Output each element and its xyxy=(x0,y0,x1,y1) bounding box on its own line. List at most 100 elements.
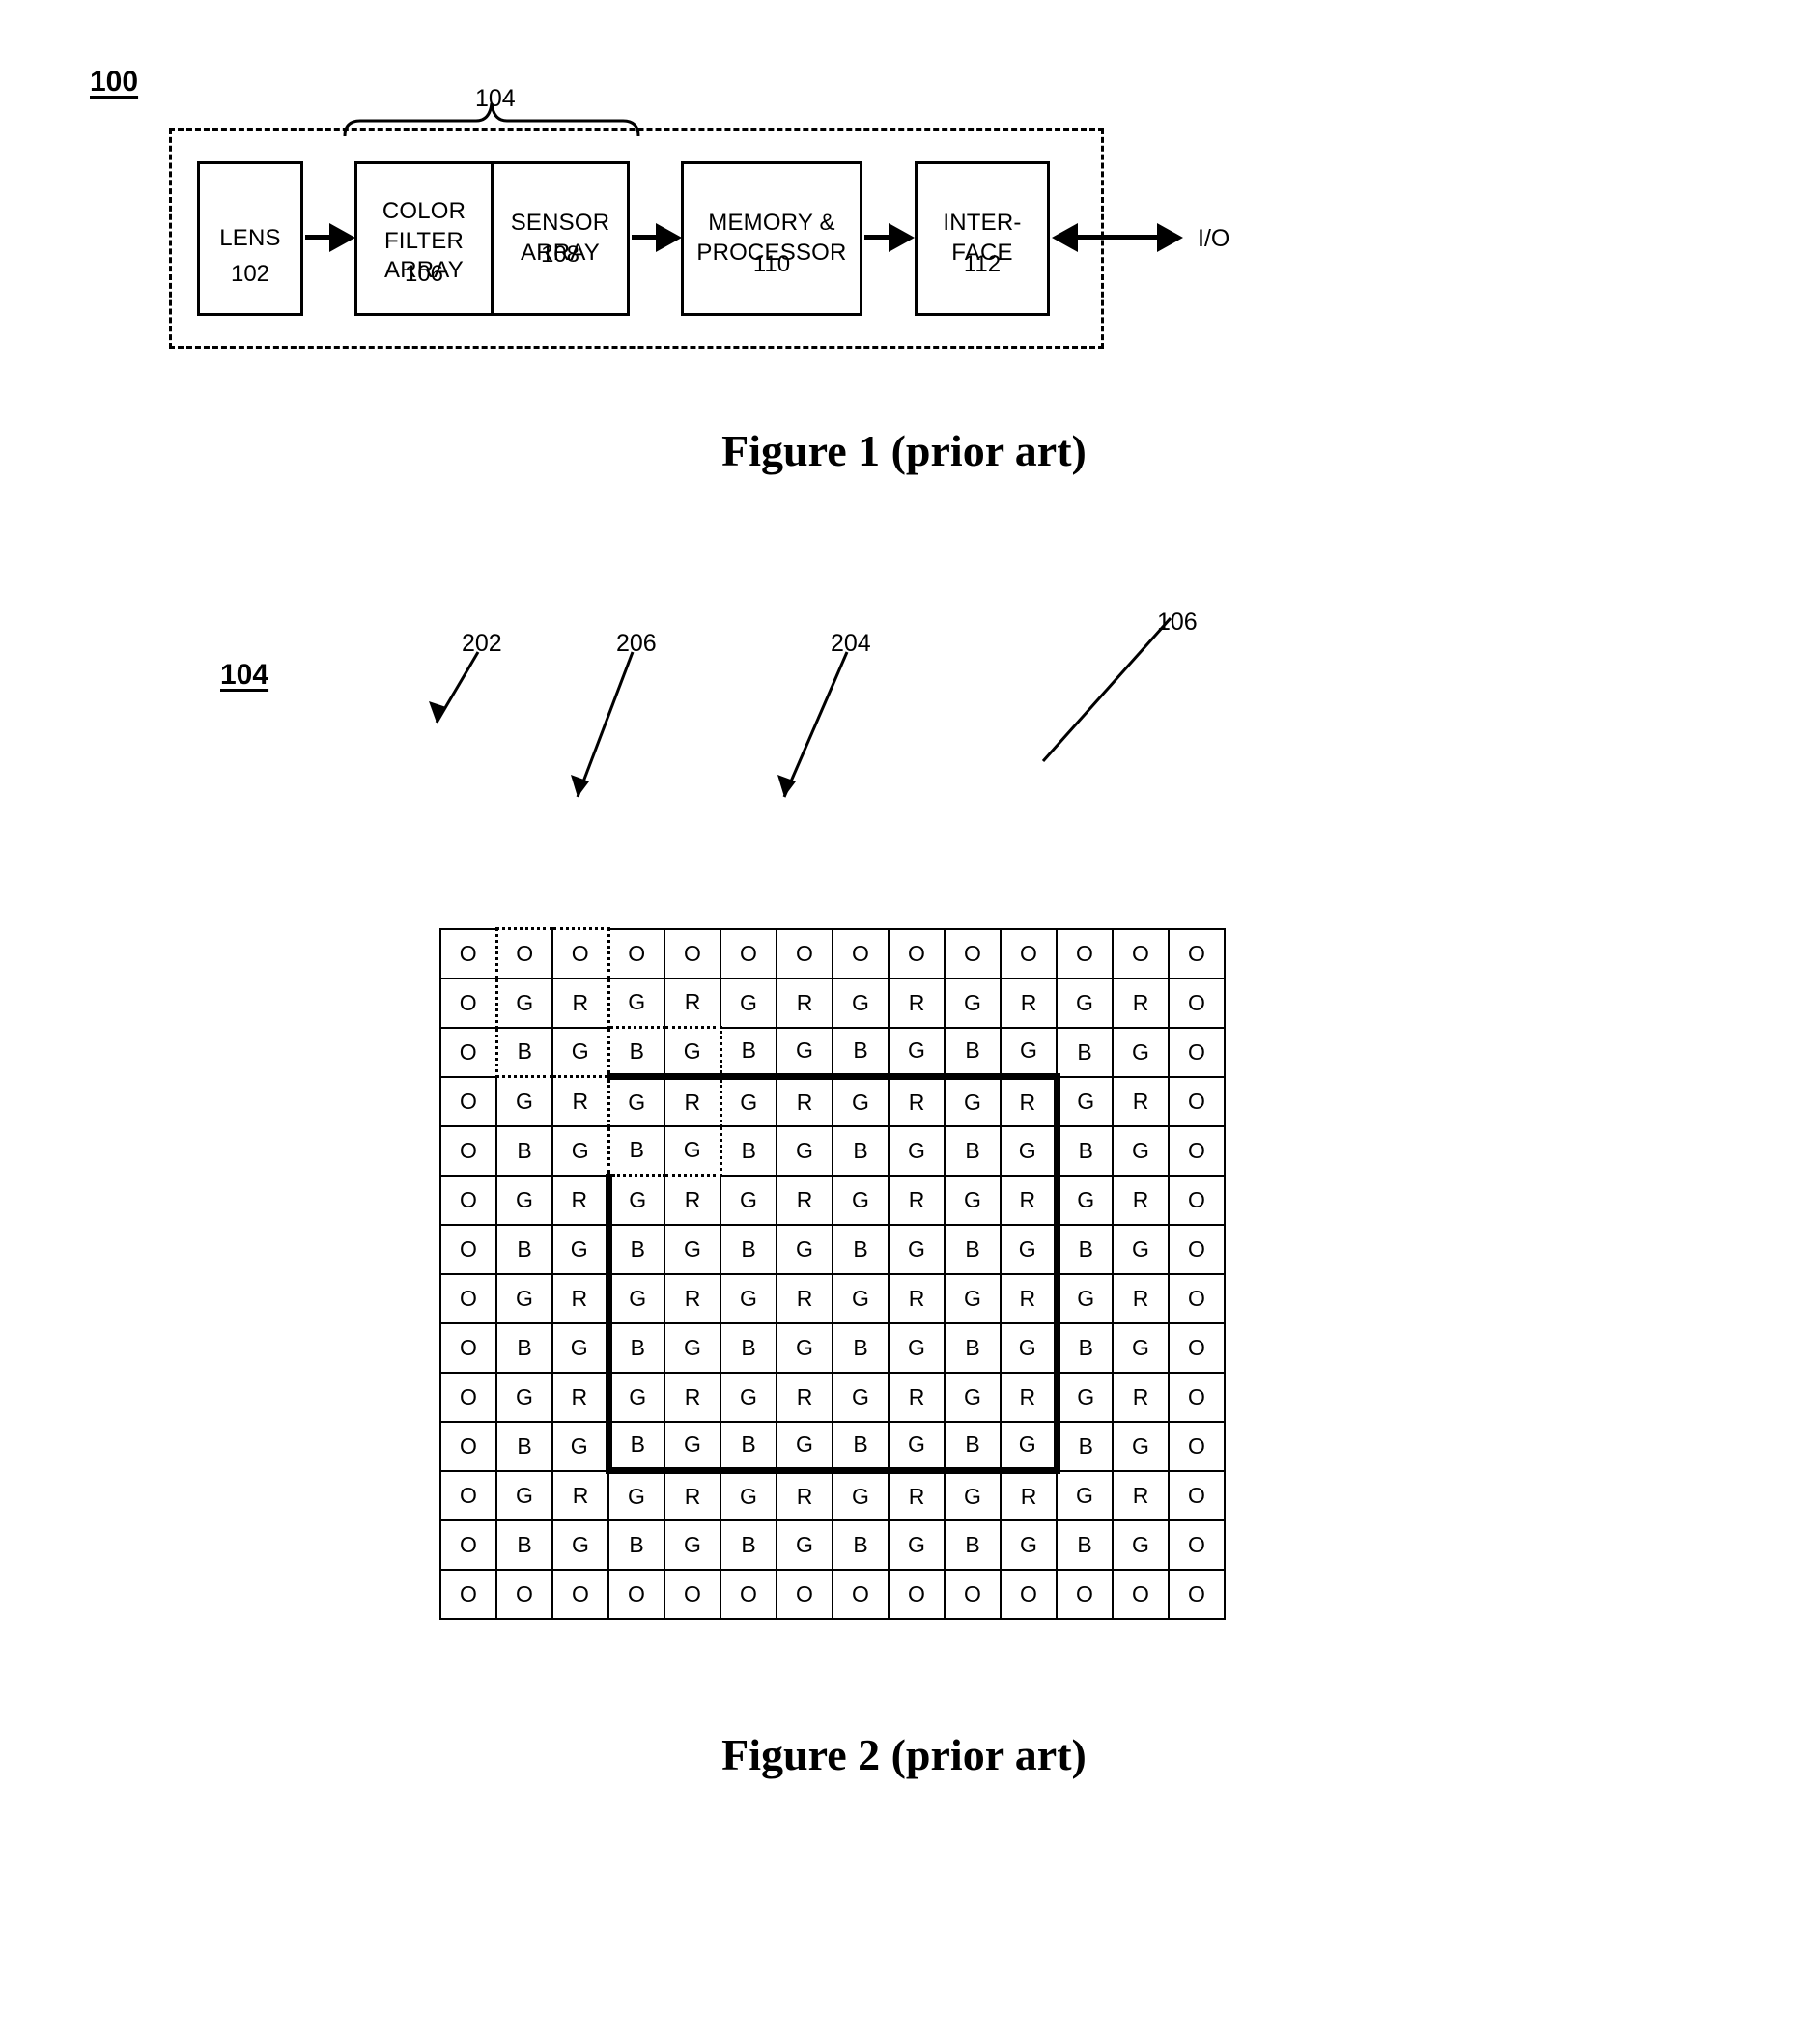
cfa-cell-g: G xyxy=(776,1420,833,1474)
cfa-cell-o: O xyxy=(720,927,777,979)
cfa-cell-b: B xyxy=(1056,1519,1114,1571)
cfa-cell-o: O xyxy=(439,1420,497,1472)
cfa-grid-row: OBGBGBGBGBGBGO xyxy=(439,1124,1226,1177)
arrow-interface-io-head-right xyxy=(1157,223,1183,252)
cfa-cell-r: R xyxy=(1112,1469,1170,1521)
cfa-cell-r: R xyxy=(1000,1073,1060,1127)
cfa-cell-g: G xyxy=(664,1519,721,1571)
cfa-cell-g: G xyxy=(495,1272,553,1324)
cfa-cell-g: G xyxy=(551,1223,609,1275)
cfa-cell-o: O xyxy=(439,977,497,1029)
cfa-cell-g: G xyxy=(832,977,890,1029)
cfa-cell-g: G xyxy=(720,1469,777,1521)
cfa-cell-g: G xyxy=(605,1371,665,1423)
cfa-cell-g: G xyxy=(832,1174,890,1226)
cfa-cell-g: G xyxy=(1000,1124,1060,1177)
cfa-cell-g: G xyxy=(888,1124,946,1177)
cfa-cell-b: B xyxy=(605,1420,665,1474)
cfa-cell-r: R xyxy=(664,1272,721,1324)
cfa-cell-g: G xyxy=(776,1321,833,1374)
cfa-cell-g: G xyxy=(605,1174,665,1226)
block-lens: LENS 102 xyxy=(197,161,303,316)
cfa-cell-r: R xyxy=(664,1371,721,1423)
figure-1: 100 104 LENS 102 COLOR FILTER ARRAY 106 … xyxy=(0,0,1808,638)
cfa-grid-row: OGRGRGRGRGRGRO xyxy=(439,1174,1226,1226)
cfa-cell-b: B xyxy=(720,1026,777,1078)
cfa-cell-o: O xyxy=(1168,1321,1226,1374)
cfa-cell-o: O xyxy=(944,1568,1002,1620)
cfa-cell-b: B xyxy=(1056,1124,1114,1177)
cfa-cell-o: O xyxy=(832,1568,890,1620)
cfa-cell-o: O xyxy=(1168,1371,1226,1423)
cfa-cell-o: O xyxy=(607,1568,665,1620)
cfa-cell-r: R xyxy=(551,977,610,1029)
cfa-cell-r: R xyxy=(1000,1272,1060,1324)
cfa-cell-g: G xyxy=(495,1174,553,1226)
cfa-cell-b: B xyxy=(607,1519,665,1571)
cfa-cell-o: O xyxy=(439,1371,497,1423)
cfa-cell-o: O xyxy=(776,927,833,979)
cfa-cell-r: R xyxy=(1112,1174,1170,1226)
cfa-cell-g: G xyxy=(1112,1026,1170,1078)
cfa-cell-g: G xyxy=(664,1026,722,1078)
cfa-cell-r: R xyxy=(888,1272,946,1324)
cfa-cell-b: B xyxy=(495,1519,553,1571)
figure-2-caption: Figure 2 (prior art) xyxy=(721,1730,1087,1779)
cfa-cell-r: R xyxy=(551,1174,609,1226)
cfa-cell-o: O xyxy=(607,927,665,979)
cfa-grid-row: OBGBGBGBGBGBGO xyxy=(439,1026,1226,1078)
cfa-cell-b: B xyxy=(605,1223,665,1275)
cfa-cell-o: O xyxy=(439,1519,497,1571)
cfa-cell-r: R xyxy=(776,1272,833,1324)
cfa-cell-o: O xyxy=(1168,1420,1226,1472)
cfa-cell-o: O xyxy=(1168,1568,1226,1620)
cfa-cell-r: R xyxy=(1000,1371,1060,1423)
block-memory-processor-ref: 110 xyxy=(752,251,791,277)
cfa-cell-b: B xyxy=(832,1124,890,1177)
cfa-cell-g: G xyxy=(495,1371,553,1423)
cfa-cell-g: G xyxy=(776,1026,833,1078)
cfa-cell-o: O xyxy=(1112,927,1170,979)
cfa-cell-o: O xyxy=(720,1568,777,1620)
cfa-cell-g: G xyxy=(888,1420,946,1474)
cfa-cell-g: G xyxy=(607,977,665,1029)
callout-ref-206: 206 xyxy=(616,630,657,657)
cfa-cell-b: B xyxy=(495,1420,553,1472)
cfa-cell-g: G xyxy=(664,1124,722,1177)
cfa-cell-g: G xyxy=(1112,1223,1170,1275)
cfa-cell-b: B xyxy=(944,1519,1002,1571)
color-filter-array-grid: OOOOOOOOOOOOOOOGRGRGRGRGRGROOBGBGBGBGBGB… xyxy=(439,927,1226,1620)
cfa-cell-g: G xyxy=(944,1469,1002,1521)
cfa-cell-b: B xyxy=(1056,1420,1114,1472)
figure1-assembly-ref: 100 xyxy=(90,66,139,98)
cfa-cell-g: G xyxy=(551,1321,609,1374)
cfa-cell-b: B xyxy=(607,1124,665,1177)
cfa-cell-r: R xyxy=(888,1073,946,1127)
cfa-cell-o: O xyxy=(1168,1075,1226,1127)
cfa-cell-g: G xyxy=(1000,1519,1058,1571)
cfa-cell-g: G xyxy=(776,1124,833,1177)
cfa-cell-b: B xyxy=(495,1321,553,1374)
callout-ref-106: 106 xyxy=(1157,609,1198,636)
block-interface-ref: 112 xyxy=(963,251,1002,277)
cfa-cell-r: R xyxy=(1000,1469,1058,1521)
cfa-cell-g: G xyxy=(720,1272,777,1324)
block-lens-title: LENS xyxy=(219,225,281,251)
cfa-cell-o: O xyxy=(1168,927,1226,979)
cfa-cell-o: O xyxy=(439,1568,497,1620)
cfa-grid-row: OGRGRGRGRGRGRO xyxy=(439,977,1226,1029)
io-label: I/O xyxy=(1198,225,1230,252)
cfa-cell-b: B xyxy=(832,1026,890,1078)
cfa-cell-g: G xyxy=(1112,1124,1170,1177)
cfa-cell-o: O xyxy=(439,1174,497,1226)
cfa-cell-g: G xyxy=(832,1073,890,1127)
cfa-cell-r: R xyxy=(551,1272,609,1324)
cfa-cell-o: O xyxy=(439,1075,497,1127)
cfa-cell-r: R xyxy=(1000,1174,1060,1226)
cfa-cell-g: G xyxy=(944,977,1002,1029)
cfa-cell-o: O xyxy=(1168,1469,1226,1521)
cfa-cell-g: G xyxy=(1056,1469,1114,1521)
cfa-cell-g: G xyxy=(944,1371,1002,1423)
cfa-cell-r: R xyxy=(888,1174,946,1226)
cfa-cell-o: O xyxy=(1000,927,1058,979)
